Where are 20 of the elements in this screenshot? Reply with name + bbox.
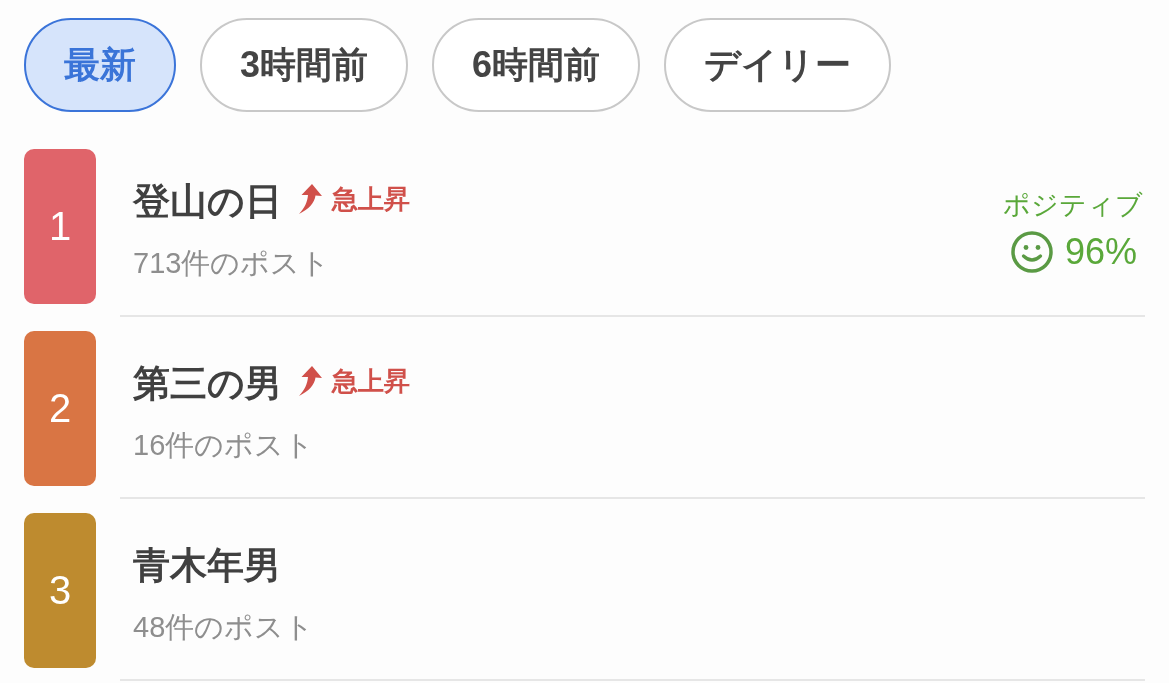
post-count: 48件のポスト [133, 610, 315, 645]
trend-title[interactable]: 登山の日 [133, 179, 282, 225]
rank-badge: 1 [24, 149, 96, 304]
filter-tab[interactable]: 最新 [24, 18, 176, 112]
rank-badge: 3 [24, 513, 96, 668]
post-count: 16件のポスト [133, 428, 315, 463]
trend-title[interactable]: 青木年男 [133, 543, 281, 589]
rising-label: 急上昇 [332, 364, 410, 398]
filter-tab[interactable]: 3時間前 [200, 18, 409, 112]
curved-up-arrow-icon [298, 184, 322, 214]
sentiment-percent: 96% [1064, 230, 1137, 274]
sentiment-label: ポジティブ [1003, 189, 1143, 222]
trend-title[interactable]: 第三の男 [133, 361, 282, 407]
rank-badge: 2 [24, 331, 96, 486]
filter-tab[interactable]: 6時間前 [432, 18, 641, 112]
smiley-icon [1010, 231, 1053, 273]
curved-up-arrow-icon [298, 366, 322, 396]
rising-label: 急上昇 [332, 182, 410, 216]
post-count: 713件のポスト [133, 246, 331, 281]
filter-tab[interactable]: デイリー [664, 18, 892, 112]
